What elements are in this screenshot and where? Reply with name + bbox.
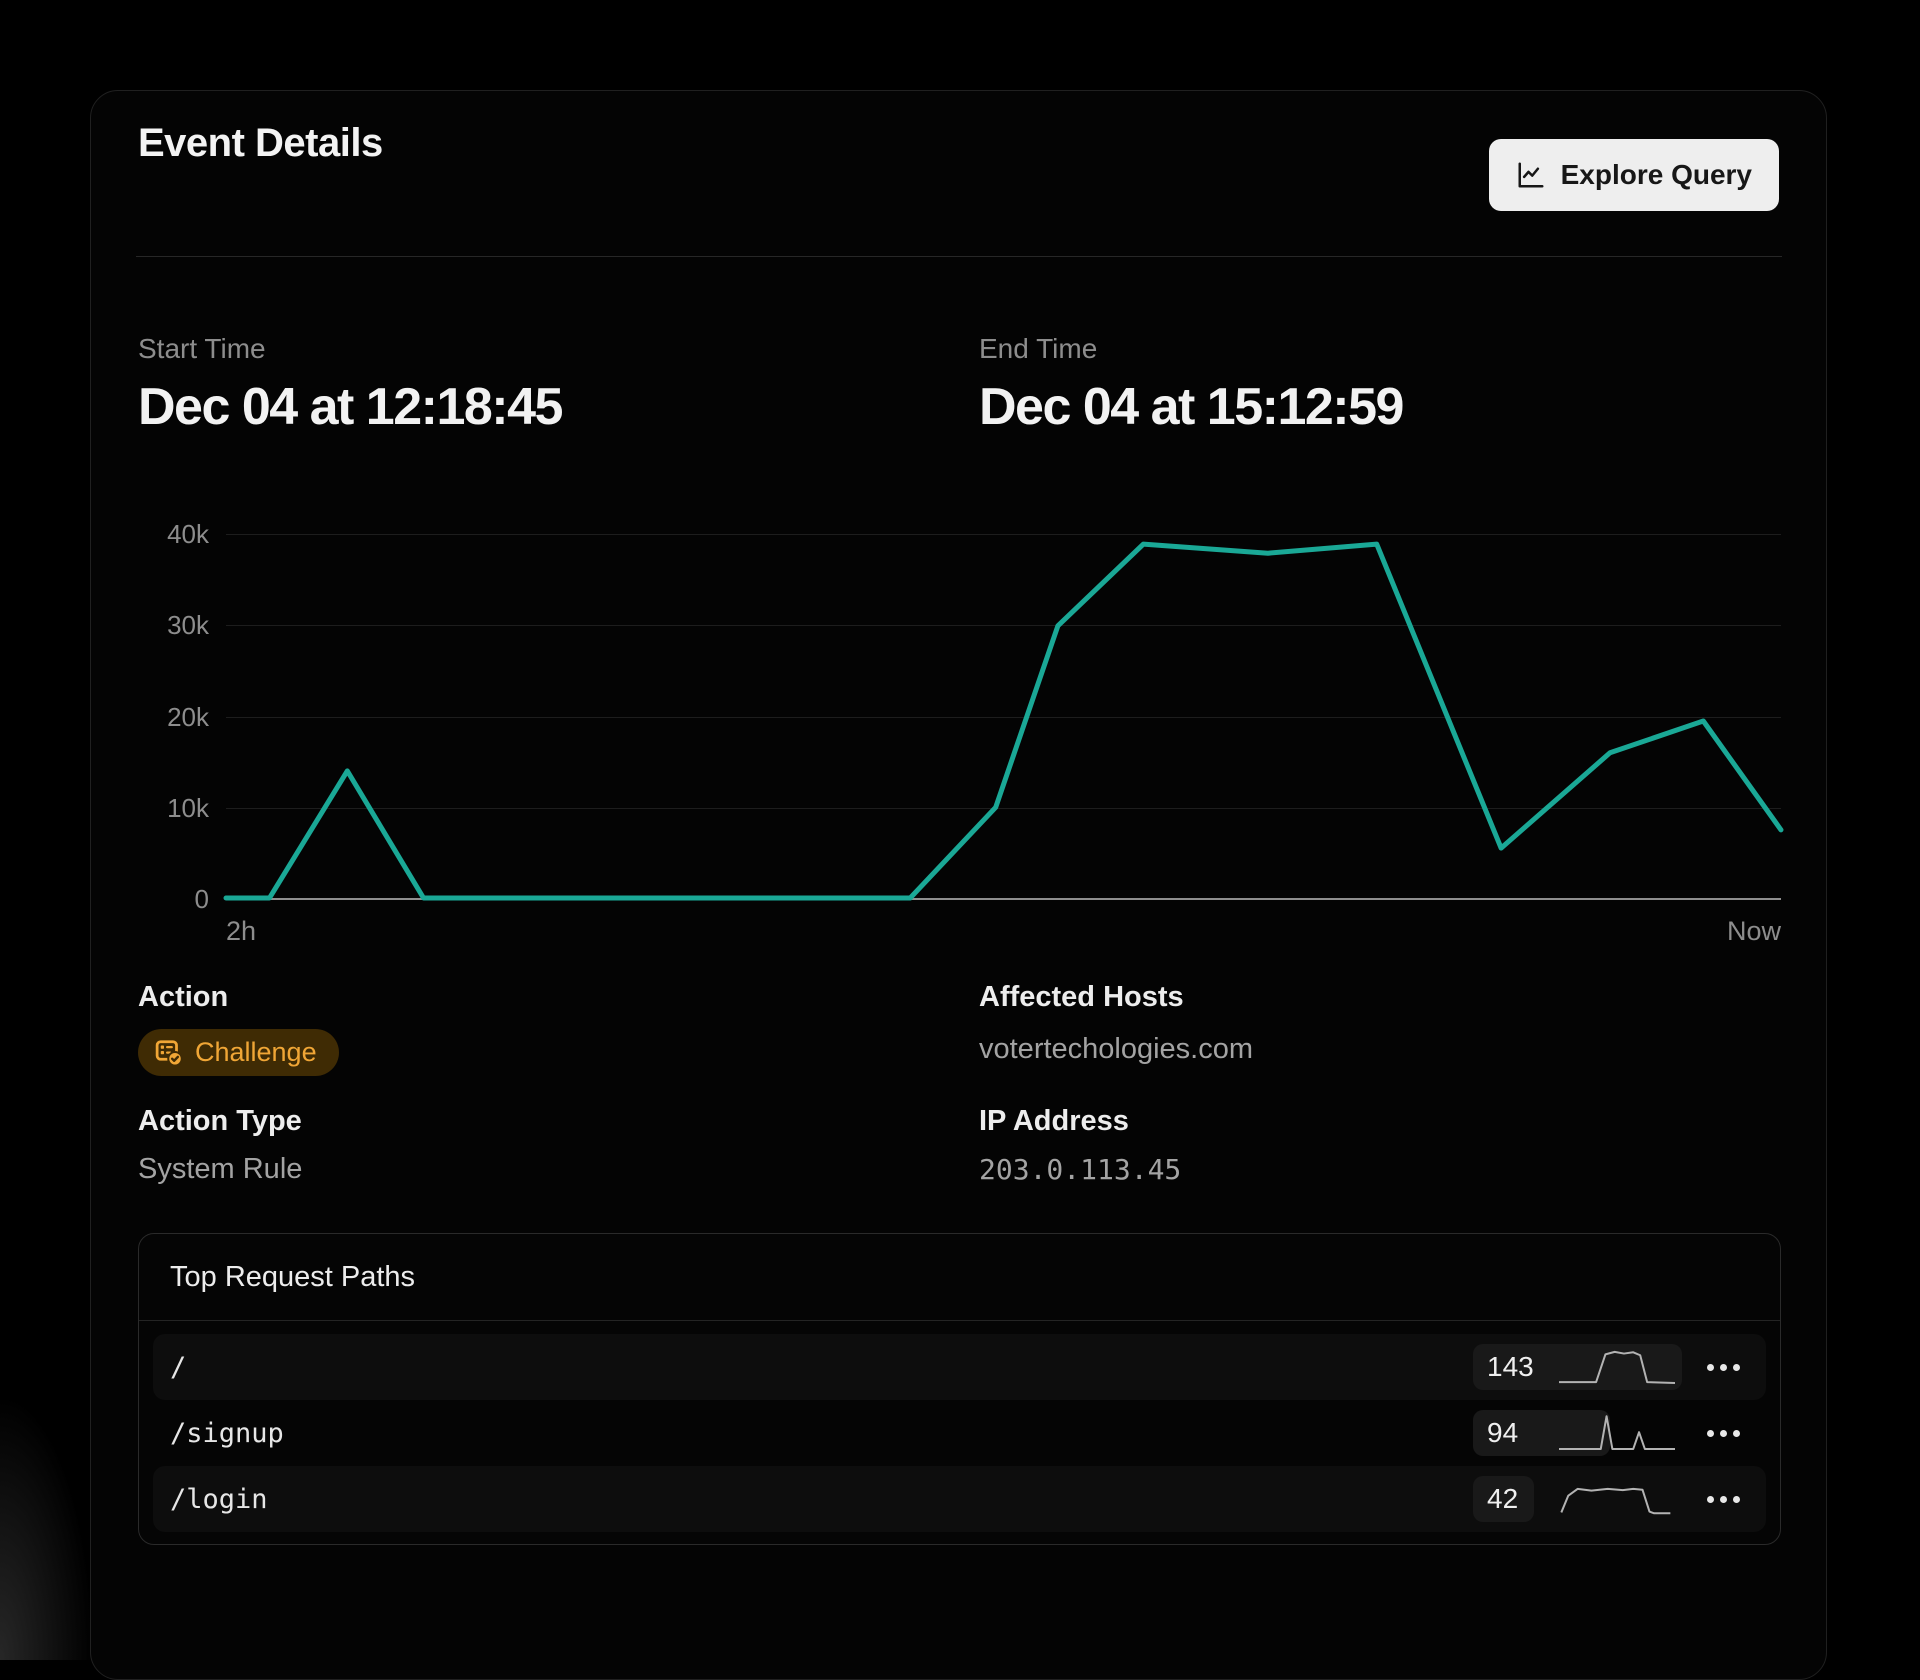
challenge-badge-label: Challenge	[195, 1037, 317, 1068]
start-time-label: Start Time	[138, 333, 562, 365]
path-metric: 42	[1473, 1476, 1683, 1522]
affected-hosts-label: Affected Hosts	[979, 981, 1184, 1014]
end-time-block: End Time Dec 04 at 15:12:59	[979, 333, 1403, 437]
background-glow	[0, 1400, 92, 1660]
start-time-block: Start Time Dec 04 at 12:18:45	[138, 333, 562, 437]
header-divider	[136, 256, 1782, 257]
count-value: 94	[1487, 1417, 1518, 1449]
end-time-label: End Time	[979, 333, 1403, 365]
action-label: Action	[138, 981, 228, 1014]
sparkline-chart	[1559, 1412, 1675, 1454]
path-value: /	[170, 1352, 1473, 1383]
count-value: 42	[1487, 1483, 1518, 1515]
top-request-paths-title: Top Request Paths	[170, 1234, 415, 1320]
row-menu-ellipsis-icon[interactable]	[1699, 1476, 1747, 1522]
x-axis-labels: 2h Now	[226, 916, 1781, 947]
x-tick-start: 2h	[226, 916, 256, 947]
line-chart-icon	[1516, 160, 1546, 190]
panel-divider	[139, 1320, 1780, 1321]
path-value: /signup	[170, 1418, 1473, 1449]
path-metric: 143	[1473, 1344, 1683, 1390]
y-tick-label: 30k	[119, 609, 209, 641]
end-time-value: Dec 04 at 15:12:59	[979, 377, 1403, 437]
challenge-badge: Challenge	[138, 1029, 339, 1076]
sparkline-chart	[1559, 1478, 1675, 1520]
start-time-value: Dec 04 at 12:18:45	[138, 377, 562, 437]
x-tick-end: Now	[1727, 916, 1781, 947]
traffic-chart-line	[226, 534, 1781, 899]
top-request-paths-panel: Top Request Paths / 143 /signup 94 /logi…	[138, 1233, 1781, 1545]
row-menu-ellipsis-icon[interactable]	[1699, 1410, 1747, 1456]
action-type-label: Action Type	[138, 1105, 302, 1138]
sparkline-chart	[1559, 1346, 1675, 1388]
explore-query-label: Explore Query	[1561, 159, 1752, 191]
affected-hosts-value: votertechologies.com	[979, 1033, 1253, 1066]
ip-address-label: IP Address	[979, 1105, 1129, 1138]
challenge-icon	[154, 1038, 184, 1068]
y-tick-label: 40k	[119, 518, 209, 550]
path-row-signup: /signup 94	[153, 1400, 1766, 1466]
traffic-chart	[226, 534, 1781, 899]
y-tick-label: 20k	[119, 701, 209, 733]
row-menu-ellipsis-icon[interactable]	[1699, 1344, 1747, 1390]
ip-address-value: 203.0.113.45	[979, 1153, 1181, 1186]
path-row-login: /login 42	[153, 1466, 1766, 1532]
path-value: /login	[170, 1484, 1473, 1515]
explore-query-button[interactable]: Explore Query	[1489, 139, 1779, 211]
path-metric: 94	[1473, 1410, 1683, 1456]
action-type-value: System Rule	[138, 1153, 302, 1186]
count-value: 143	[1487, 1351, 1534, 1383]
page-title: Event Details	[138, 121, 383, 166]
y-tick-label: 0	[119, 883, 209, 915]
path-row-root: / 143	[153, 1334, 1766, 1400]
y-tick-label: 10k	[119, 792, 209, 824]
event-details-card: Event Details Explore Query Start Time D…	[90, 90, 1827, 1680]
